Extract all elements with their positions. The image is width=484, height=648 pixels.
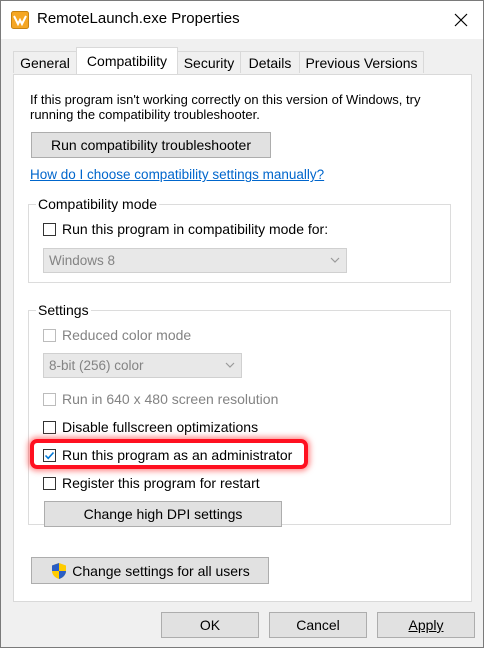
apply-label: Apply xyxy=(408,617,444,633)
tab-compatibility[interactable]: Compatibility xyxy=(76,47,178,74)
compatibility-mode-checkbox[interactable] xyxy=(43,222,56,236)
title-bar: RemoteLaunch.exe Properties xyxy=(1,1,483,39)
help-link[interactable]: How do I choose compatibility settings m… xyxy=(30,167,324,182)
resolution-label: Run in 640 x 480 screen resolution xyxy=(62,391,279,407)
change-all-users-button[interactable]: Change settings for all users xyxy=(31,557,269,584)
ok-button[interactable]: OK xyxy=(161,612,259,638)
settings-title: Settings xyxy=(36,302,91,318)
compatibility-panel: If this program isn't working correctly … xyxy=(13,74,472,602)
change-dpi-button[interactable]: Change high DPI settings xyxy=(44,501,282,527)
application-icon xyxy=(11,11,29,29)
admin-highlight-box xyxy=(30,439,308,469)
register-restart-label: Register this program for restart xyxy=(62,475,260,491)
tab-general[interactable]: General xyxy=(13,51,77,73)
os-version-select[interactable]: Windows 8 xyxy=(43,248,347,273)
reduced-color-label: Reduced color mode xyxy=(62,327,192,343)
fullscreen-optimizations-label: Disable fullscreen optimizations xyxy=(62,419,259,435)
apply-button[interactable]: Apply xyxy=(377,612,475,638)
fullscreen-optimizations-checkbox[interactable] xyxy=(43,420,56,434)
uac-shield-icon xyxy=(52,562,67,579)
tab-previous-versions[interactable]: Previous Versions xyxy=(299,51,424,73)
chevron-down-icon xyxy=(330,257,340,263)
resolution-row[interactable]: Run in 640 x 480 screen resolution xyxy=(43,391,278,407)
change-all-users-label: Change settings for all users xyxy=(72,562,250,579)
compatibility-mode-title: Compatibility mode xyxy=(36,196,160,212)
reduced-color-row[interactable]: Reduced color mode xyxy=(43,327,191,343)
color-depth-select[interactable]: 8-bit (256) color xyxy=(43,353,242,378)
compatibility-mode-label: Run this program in compatibility mode f… xyxy=(62,221,329,237)
tab-details[interactable]: Details xyxy=(240,51,300,73)
run-troubleshooter-button[interactable]: Run compatibility troubleshooter xyxy=(31,132,271,158)
window-title: RemoteLaunch.exe Properties xyxy=(37,10,240,27)
reduced-color-checkbox[interactable] xyxy=(43,328,56,342)
close-icon[interactable] xyxy=(439,1,483,39)
register-restart-checkbox[interactable] xyxy=(43,476,56,490)
fullscreen-optimizations-row[interactable]: Disable fullscreen optimizations xyxy=(43,419,258,435)
tab-security[interactable]: Security xyxy=(177,51,241,73)
os-version-value: Windows 8 xyxy=(49,253,116,268)
chevron-down-icon xyxy=(225,362,235,368)
compatibility-mode-group: Compatibility mode Run this program in c… xyxy=(28,196,451,283)
cancel-button[interactable]: Cancel xyxy=(269,612,367,638)
intro-text: If this program isn't working correctly … xyxy=(30,92,421,122)
color-depth-value: 8-bit (256) color xyxy=(49,358,144,373)
settings-group: Settings Reduced color mode 8-bit (256) … xyxy=(28,302,451,527)
properties-dialog: RemoteLaunch.exe Properties General Comp… xyxy=(0,0,484,648)
compatibility-mode-row[interactable]: Run this program in compatibility mode f… xyxy=(43,221,328,237)
register-restart-row[interactable]: Register this program for restart xyxy=(43,475,260,491)
resolution-checkbox[interactable] xyxy=(43,392,56,406)
